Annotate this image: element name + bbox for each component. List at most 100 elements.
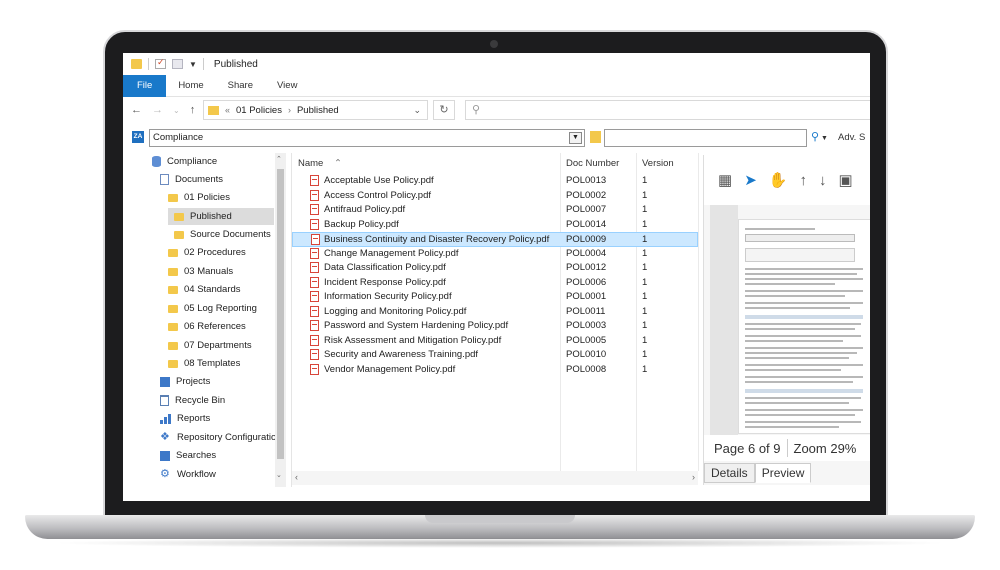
scroll-down-icon[interactable]: ⌄ — [276, 471, 282, 479]
back-arrow-icon[interactable]: ← — [131, 104, 142, 116]
nav-item-compliance[interactable]: Compliance — [152, 153, 217, 170]
nav-item-03-manuals[interactable]: 03 Manuals — [168, 263, 233, 280]
previous-page-icon[interactable]: ↑ — [799, 172, 807, 189]
forward-arrow-icon[interactable]: → — [152, 104, 163, 116]
pdf-icon — [310, 334, 319, 346]
table-row[interactable]: Acceptable Use Policy.pdf POL0013 1 — [292, 174, 698, 189]
folder-icon — [168, 322, 178, 331]
next-page-icon[interactable]: ↓ — [819, 172, 827, 189]
column-header-doc-number[interactable]: Doc Number — [566, 155, 619, 173]
scrollbar-thumb[interactable] — [277, 169, 284, 459]
table-row[interactable]: Data Classification Policy.pdf POL0012 1 — [292, 261, 698, 276]
nav-item-source-documents[interactable]: Source Documents — [174, 226, 271, 243]
tab-view[interactable]: View — [265, 75, 309, 97]
text-line — [745, 397, 861, 399]
select-arrow-icon[interactable]: ➤ — [744, 171, 757, 189]
nav-item-label: Recycle Bin — [175, 395, 226, 406]
text-line — [745, 273, 857, 275]
scroll-up-icon[interactable]: ⌃ — [276, 155, 282, 163]
tab-details[interactable]: Details — [704, 463, 755, 483]
recent-dropdown-icon[interactable]: ⌄ — [173, 106, 180, 115]
folder-icon — [168, 304, 178, 313]
hand-tool-icon[interactable]: ✋ — [769, 171, 788, 189]
repository-select[interactable]: Compliance ▼ — [149, 129, 585, 147]
page-gutter — [710, 205, 738, 435]
nav-item-projects[interactable]: Projects — [160, 373, 210, 390]
advanced-search-link[interactable]: Adv. S — [838, 132, 865, 143]
folder-icon — [168, 285, 178, 294]
nav-item-07-departments[interactable]: 07 Departments — [168, 337, 252, 354]
search-input[interactable]: ⚲ — [465, 100, 870, 120]
table-row[interactable]: Information Security Policy.pdf POL0001 … — [292, 290, 698, 305]
text-line — [745, 302, 863, 304]
refresh-button[interactable]: ↻ — [433, 100, 455, 120]
nav-item-recycle-bin[interactable]: Recycle Bin — [160, 392, 225, 409]
new-folder-icon[interactable] — [172, 59, 183, 69]
tab-file[interactable]: File — [123, 74, 167, 97]
nav-item-documents[interactable]: Documents — [160, 171, 223, 188]
chevron-down-icon[interactable]: ▼ — [569, 132, 582, 144]
projects-icon — [160, 376, 170, 387]
table-row-selected[interactable]: Business Continuity and Disaster Recover… — [292, 232, 698, 247]
file-name: Information Security Policy.pdf — [324, 291, 452, 302]
table-row[interactable]: Risk Assessment and Mitigation Policy.pd… — [292, 334, 698, 349]
nav-item-published[interactable]: Published — [168, 208, 274, 225]
nav-item-04-standards[interactable]: 04 Standards — [168, 281, 241, 298]
nav-item-02-procedures[interactable]: 02 Procedures — [168, 244, 246, 261]
vault-search-input[interactable] — [604, 129, 807, 147]
quick-access-dropdown-icon[interactable]: ▼ — [189, 60, 197, 69]
column-header-version[interactable]: Version — [642, 155, 674, 173]
document-icon — [160, 174, 169, 185]
folder-icon[interactable] — [590, 131, 601, 143]
table-row[interactable]: Logging and Monitoring Policy.pdf POL001… — [292, 305, 698, 320]
nav-item-repository-configuration[interactable]: ❖ Repository Configuration — [160, 429, 282, 446]
table-row[interactable]: Incident Response Policy.pdf POL0006 1 — [292, 276, 698, 291]
table-row[interactable]: Access Control Policy.pdf POL0002 1 — [292, 189, 698, 204]
nav-item-label: 04 Standards — [184, 284, 241, 295]
nav-item-searches[interactable]: Searches — [160, 447, 216, 464]
file-name: Backup Policy.pdf — [324, 218, 399, 230]
text-line — [745, 295, 845, 297]
vault-toolbar: ZA Compliance ▼ ⚲ ▼ Adv. S — [123, 127, 870, 149]
tab-preview[interactable]: Preview — [754, 463, 812, 483]
window-title: Published — [213, 58, 258, 70]
nav-item-01-policies[interactable]: 01 Policies — [168, 189, 230, 206]
chevron-right-icon[interactable]: › — [288, 105, 291, 115]
table-row[interactable]: Change Management Policy.pdf POL0004 1 — [292, 247, 698, 262]
breadcrumb-item-published[interactable]: Published — [297, 105, 339, 116]
search-button[interactable]: ⚲ ▼ — [811, 130, 828, 143]
properties-icon[interactable] — [155, 57, 166, 69]
column-header-name[interactable]: Name ⌃ — [298, 155, 342, 173]
nav-item-06-references[interactable]: 06 References — [168, 318, 246, 335]
nav-item-08-templates[interactable]: 08 Templates — [168, 355, 240, 372]
tab-home[interactable]: Home — [166, 75, 215, 97]
nav-item-05-log-reporting[interactable]: 05 Log Reporting — [168, 300, 257, 317]
camera-dot — [490, 40, 498, 48]
table-row[interactable]: Vendor Management Policy.pdf POL0008 1 — [292, 363, 698, 378]
column-divider[interactable] — [698, 153, 699, 471]
scroll-left-icon[interactable]: ‹ — [295, 472, 298, 482]
pdf-icon — [311, 234, 320, 245]
nav-item-reports[interactable]: Reports — [160, 410, 210, 427]
nav-scrollbar[interactable]: ⌃ ⌄ — [275, 153, 286, 487]
overflow-chevron-icon[interactable]: « — [225, 105, 230, 115]
tab-share[interactable]: Share — [216, 75, 265, 97]
thumbnails-icon[interactable]: ▦ — [718, 171, 732, 189]
config-icon: ❖ — [160, 431, 170, 443]
table-row[interactable]: Backup Policy.pdf POL0014 1 — [292, 218, 698, 233]
horizontal-scrollbar[interactable]: ‹ › — [292, 471, 698, 485]
repository-select-value: Compliance — [153, 132, 204, 143]
text-line — [745, 352, 857, 354]
up-arrow-icon[interactable]: ↑ — [190, 104, 196, 116]
breadcrumb-item-policies[interactable]: 01 Policies — [236, 105, 282, 116]
folder-icon — [168, 248, 178, 257]
table-row[interactable]: Antifraud Policy.pdf POL0007 1 — [292, 203, 698, 218]
breadcrumb[interactable]: « 01 Policies › Published ⌄ — [203, 100, 428, 120]
table-row[interactable]: Password and System Hardening Policy.pdf… — [292, 319, 698, 334]
scroll-right-icon[interactable]: › — [692, 472, 695, 482]
chevron-down-icon[interactable]: ⌄ — [413, 105, 421, 116]
table-row[interactable]: Security and Awareness Training.pdf POL0… — [292, 348, 698, 363]
nav-item-workflow[interactable]: ⚙ Workflow — [160, 466, 216, 483]
fit-page-icon[interactable]: ▣ — [838, 171, 852, 189]
zoom-indicator[interactable]: Zoom 29% — [794, 441, 857, 456]
